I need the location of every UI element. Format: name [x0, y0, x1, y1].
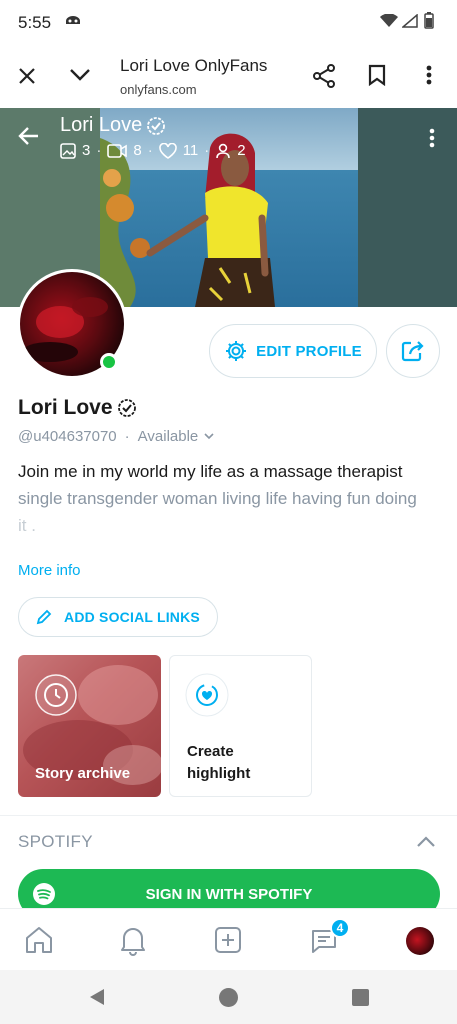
create-highlight-tile[interactable]: Create highlight — [169, 655, 312, 797]
home-icon[interactable] — [24, 925, 54, 955]
add-social-links-button[interactable]: ADD SOCIAL LINKS — [18, 597, 218, 637]
cover-stats: 3 · 8 · 11 · 2 — [60, 142, 246, 159]
back-arrow-icon[interactable] — [18, 126, 40, 146]
status-bar: 5:55 — [0, 0, 457, 44]
spotify-sign-in-label: SIGN IN WITH SPOTIFY — [145, 885, 313, 903]
online-status-dot — [100, 353, 118, 371]
story-archive-tile[interactable]: Story archive — [18, 655, 161, 797]
edit-profile-label: EDIT PROFILE — [256, 342, 362, 360]
video-icon — [107, 143, 128, 158]
cover-profile-name: Lori Love — [60, 114, 166, 137]
profile-handle-row: @u404637070 · Available — [18, 428, 214, 445]
back-triangle-icon[interactable] — [88, 988, 106, 1006]
share-arrow-icon — [401, 340, 425, 362]
spotify-icon — [32, 882, 56, 906]
photo-icon — [60, 142, 76, 159]
availability-label: Available — [137, 428, 199, 445]
story-archive-label: Story archive — [35, 765, 131, 782]
cover-more-icon[interactable] — [429, 128, 435, 148]
profile-name-text: Lori Love — [18, 396, 113, 419]
chevron-up-icon[interactable] — [416, 836, 436, 848]
spotify-section-title: SPOTIFY — [18, 832, 93, 851]
bio-line: single transgender woman living life hav… — [18, 489, 417, 508]
separator-dot: · — [124, 428, 130, 445]
create-highlight-line: Create — [187, 743, 234, 760]
chevron-down-icon — [204, 433, 214, 440]
assistant-icon — [64, 14, 82, 28]
clock-history-icon — [34, 673, 78, 717]
pencil-icon — [36, 609, 52, 625]
home-circle-icon[interactable] — [219, 988, 238, 1007]
add-post-icon[interactable] — [214, 926, 242, 954]
close-icon[interactable] — [17, 66, 37, 86]
browser-toolbar: Lori Love OnlyFans onlyfans.com — [0, 44, 457, 108]
profile-name: Lori Love — [18, 396, 137, 420]
recents-square-icon[interactable] — [352, 989, 369, 1006]
separator-dot: · — [147, 142, 153, 159]
create-highlight-line: highlight — [187, 765, 251, 782]
signal-icon — [402, 14, 418, 28]
bio-line: Join me in my world my life as a massage… — [18, 462, 403, 481]
profile-avatar-icon[interactable] — [406, 927, 434, 955]
status-time: 5:55 — [18, 13, 52, 32]
more-info-link[interactable]: More info — [18, 562, 81, 579]
wifi-icon — [380, 14, 398, 28]
separator-dot: · — [204, 142, 210, 159]
page-title: Lori Love OnlyFans — [120, 56, 268, 75]
battery-icon — [424, 12, 434, 29]
separator-dot: · — [96, 142, 102, 159]
share-profile-button[interactable] — [386, 324, 440, 378]
edit-profile-button[interactable]: EDIT PROFILE — [209, 324, 377, 378]
share-icon[interactable] — [313, 64, 335, 88]
add-social-links-label: ADD SOCIAL LINKS — [64, 609, 200, 625]
system-nav-bar — [0, 970, 457, 1024]
photos-count: 3 — [82, 142, 91, 159]
availability-dropdown[interactable]: Available — [138, 428, 215, 445]
bio-line: it . — [18, 516, 36, 535]
profile-handle: @u404637070 — [18, 428, 117, 445]
verified-icon — [146, 116, 166, 136]
verified-icon — [117, 398, 137, 418]
messages-badge: 4 — [330, 918, 350, 938]
page-url: onlyfans.com — [120, 82, 197, 97]
bell-icon[interactable] — [118, 924, 148, 956]
bottom-nav — [0, 908, 457, 970]
bookmark-icon[interactable] — [368, 64, 386, 86]
create-highlight-label: Create highlight — [187, 741, 250, 785]
cover-name-text: Lori Love — [60, 114, 143, 136]
add-highlight-icon — [185, 673, 229, 717]
section-divider — [0, 815, 457, 816]
likes-count: 11 — [182, 142, 199, 159]
fans-count: 2 — [237, 142, 246, 159]
videos-count: 8 — [133, 142, 142, 159]
more-vert-icon[interactable] — [426, 65, 432, 85]
fans-icon — [215, 143, 231, 159]
heart-icon — [158, 142, 177, 159]
gear-icon — [224, 339, 248, 363]
chevron-down-icon[interactable] — [69, 68, 91, 82]
